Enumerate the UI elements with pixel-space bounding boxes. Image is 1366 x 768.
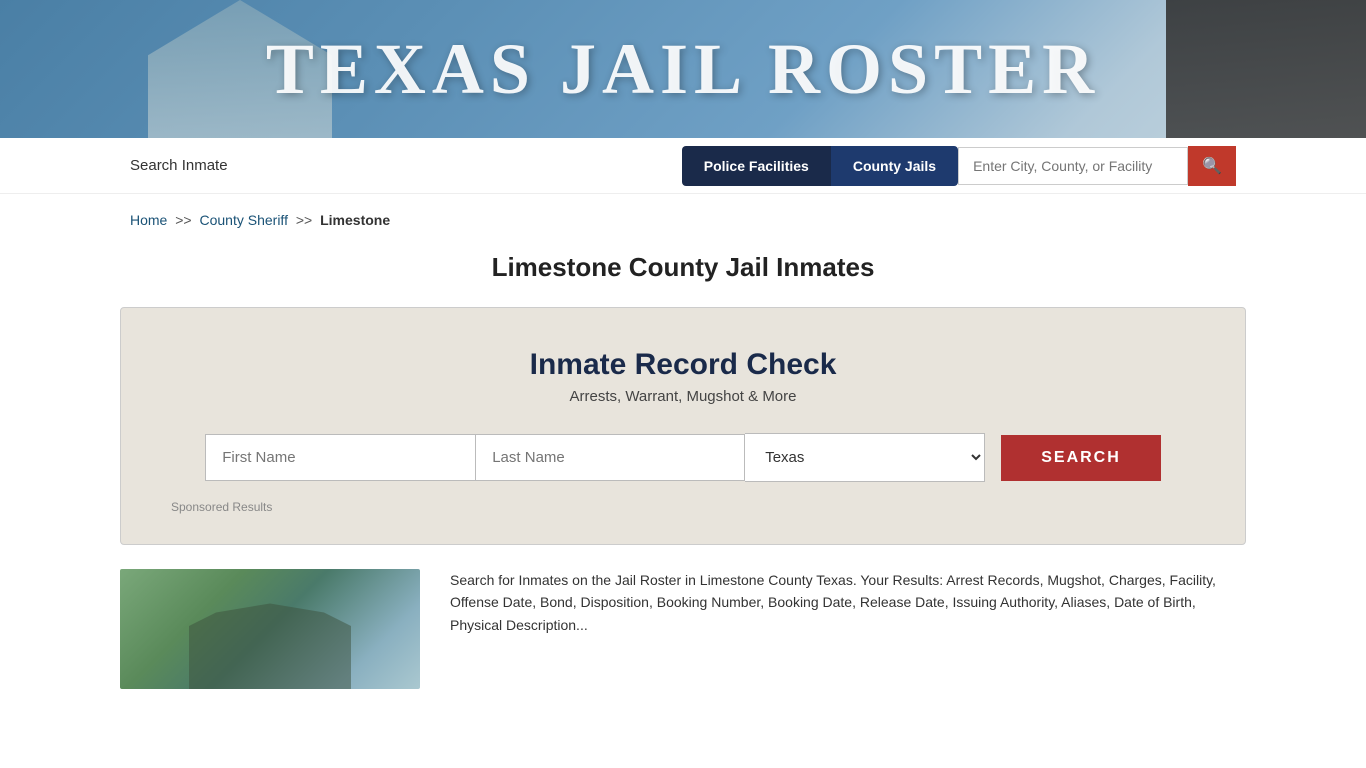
search-box-subtitle: Arrests, Warrant, Mugshot & More: [171, 388, 1195, 405]
inmate-search-container: Inmate Record Check Arrests, Warrant, Mu…: [120, 307, 1246, 545]
last-name-input[interactable]: [475, 434, 745, 481]
page-title: Limestone County Jail Inmates: [0, 252, 1366, 283]
breadcrumb-sep1: >>: [175, 212, 191, 228]
bottom-image: [120, 569, 420, 689]
state-select[interactable]: AlabamaAlaskaArizonaArkansasCaliforniaCo…: [745, 433, 985, 482]
site-title: Texas Jail Roster: [266, 28, 1100, 111]
keys-decoration: [1166, 0, 1366, 138]
breadcrumb-current: Limestone: [320, 212, 390, 228]
search-box-title: Inmate Record Check: [171, 348, 1195, 382]
police-facilities-button[interactable]: Police Facilities: [682, 146, 831, 186]
header-banner: Texas Jail Roster: [0, 0, 1366, 138]
building-silhouette: [180, 599, 360, 689]
breadcrumb-home[interactable]: Home: [130, 212, 167, 228]
navbar-buttons: Police Facilities County Jails 🔍: [682, 146, 1236, 186]
bottom-content: Search for Inmates on the Jail Roster in…: [0, 569, 1366, 689]
navbar: Search Inmate Police Facilities County J…: [0, 138, 1366, 194]
county-jails-button[interactable]: County Jails: [831, 146, 958, 186]
facility-search-button[interactable]: 🔍: [1188, 146, 1236, 186]
inmate-search-button[interactable]: SEARCH: [1001, 435, 1161, 481]
facility-search-input[interactable]: [958, 147, 1188, 185]
first-name-input[interactable]: [205, 434, 475, 481]
bottom-description: Search for Inmates on the Jail Roster in…: [450, 569, 1246, 636]
breadcrumb: Home >> County Sheriff >> Limestone: [0, 194, 1366, 238]
breadcrumb-sep2: >>: [296, 212, 312, 228]
search-fields: AlabamaAlaskaArizonaArkansasCaliforniaCo…: [171, 433, 1195, 482]
navbar-search-label: Search Inmate: [130, 157, 682, 174]
sponsored-label: Sponsored Results: [171, 500, 1195, 514]
breadcrumb-county-sheriff[interactable]: County Sheriff: [200, 212, 288, 228]
